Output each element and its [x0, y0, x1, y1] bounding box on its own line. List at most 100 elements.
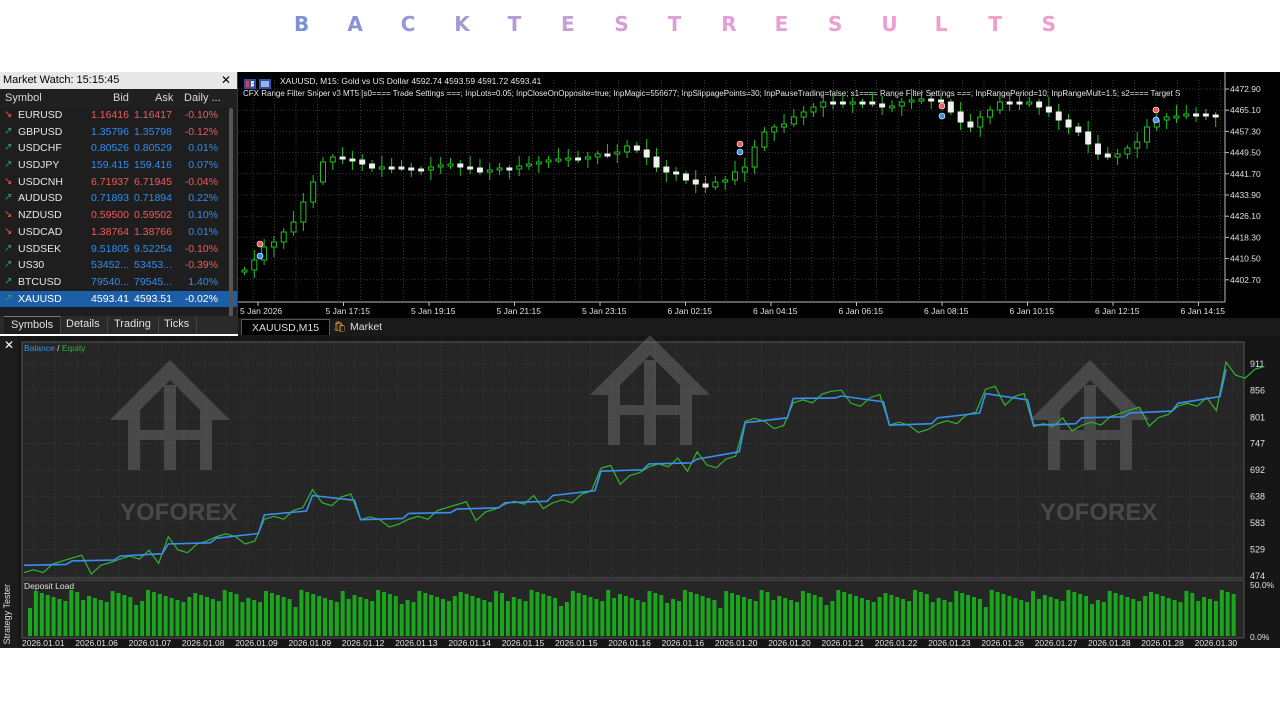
market-watch-row[interactable]: ↘ NZDUSD 0.59500 0.59502 0.10% [0, 207, 237, 224]
market-watch-row[interactable]: ↘ USDCNH 6.71937 6.71945 -0.04% [0, 174, 237, 191]
sell-marker-icon [736, 140, 744, 148]
candle-body [1094, 143, 1101, 155]
close-icon[interactable]: ✕ [4, 338, 14, 352]
candlestick-plot: 4472.90 4465.10 4457.30 4449.50 4441.70 4433.… [238, 72, 1261, 316]
deposit-bar [1084, 596, 1089, 636]
market-watch-row[interactable]: ↗ USDSEK 9.51805 9.52254 -0.10% [0, 241, 237, 258]
deposit-bar [494, 591, 499, 636]
time-axis-label: 5 Jan 2026 [240, 306, 282, 316]
deposit-bar [830, 601, 835, 636]
bid-price: 79540... [91, 275, 129, 288]
tab-symbols[interactable]: Symbols [4, 316, 62, 334]
deposit-bar [995, 592, 1000, 636]
candle-body [702, 183, 709, 188]
candle-body [987, 109, 994, 118]
market-watch-row[interactable]: ↗ US30 53452... 53453... -0.39% [0, 257, 237, 274]
market-watch-row[interactable]: ↗ USDCHF 0.80526 0.80529 0.01% [0, 140, 237, 157]
market-watch-row[interactable]: ↘ USDCAD 1.38764 1.38766 0.01% [0, 224, 237, 241]
deposit-bar [387, 594, 392, 636]
deposit-bar [1119, 595, 1124, 636]
candle-body [1036, 101, 1043, 108]
deposit-bar [877, 597, 882, 636]
deposit-bar [464, 594, 469, 636]
deposit-bar [1131, 599, 1136, 636]
market-watch-row[interactable]: ↗ GBPUSD 1.35796 1.35798 -0.12% [0, 124, 237, 141]
deposit-bar [1101, 602, 1106, 636]
deposit-bar [972, 597, 976, 636]
time-axis-label: 5 Jan 23:15 [582, 306, 627, 316]
candle-body [378, 166, 385, 170]
col-symbol[interactable]: Symbol [5, 92, 42, 104]
candle-body [525, 163, 532, 167]
candle-body [849, 101, 856, 105]
deposit-bar [128, 597, 133, 636]
deposit-bar [328, 600, 333, 636]
market-icon[interactable]: 🛍 [333, 319, 346, 335]
scrollbar[interactable] [229, 108, 233, 318]
market-watch-row[interactable]: ↗ BTCUSD 79540... 79545... 1.40% [0, 274, 237, 291]
deposit-bar [299, 590, 304, 636]
market-watch-row[interactable]: ↗ USDJPY 159.415 159.416 0.07% [0, 157, 237, 174]
arrow-up-right-icon: ↗ [4, 125, 13, 137]
candle-body [506, 167, 513, 171]
deposit-bar [364, 599, 369, 636]
deposit-bar [269, 593, 274, 636]
deposit-bar [883, 593, 888, 636]
deposit-bar [1154, 594, 1159, 636]
candle-body [938, 99, 945, 103]
deposit-bar [376, 590, 381, 636]
candle-body [1075, 126, 1082, 133]
deposit-bar [724, 591, 729, 636]
deposit-bar [28, 608, 32, 636]
deposit-bar [977, 599, 982, 636]
price-axis-label: 4441.70 [1230, 169, 1261, 179]
deposit-bar [812, 595, 817, 636]
deposit-bar [765, 592, 770, 636]
market-watch-row[interactable]: ↘ EURUSD 1.16416 1.16417 -0.10% [0, 107, 237, 124]
ask-price: 159.416 [134, 159, 172, 172]
deposit-bar [1178, 602, 1183, 636]
price-chart[interactable]: XAUUSD, M15: Gold vs US Dollar 4592.74 4… [238, 72, 1280, 320]
candle-body [565, 157, 572, 161]
close-icon[interactable]: ✕ [221, 72, 231, 89]
candle-body [555, 158, 562, 162]
sell-marker-icon [938, 102, 946, 110]
market-watch-row[interactable]: ↗ AUDUSD 0.71893 0.71894 0.22% [0, 190, 237, 207]
price-axis-label: 4449.50 [1230, 148, 1261, 158]
candle-body [653, 156, 660, 168]
tester-date-label: 2026.01.09 [289, 638, 332, 648]
deposit-bar [824, 605, 829, 636]
market-watch-title: Market Watch: 15:15:45 [3, 74, 120, 86]
deposit-bar [382, 592, 386, 636]
col-bid[interactable]: Bid [113, 92, 129, 104]
deposit-bar [836, 590, 841, 636]
tab-xauusd-m15[interactable]: XAUUSD,M15 [241, 319, 331, 335]
symbol-name: AUDUSD [18, 192, 63, 205]
ask-price: 9.52254 [134, 242, 172, 255]
title-letter: A [347, 12, 363, 36]
col-ask[interactable]: Ask [155, 92, 173, 104]
market-watch-row[interactable]: ↗ XAUUSD 4593.41 4593.51 -0.02% [0, 290, 237, 308]
deposit-bar [547, 596, 552, 636]
tab-trading[interactable]: Trading [107, 316, 159, 334]
deposit-bar [759, 590, 764, 636]
deposit-bar [1190, 593, 1195, 636]
candle-body [339, 156, 346, 160]
deposit-bar [181, 602, 186, 636]
price-axis-label: 4457.30 [1230, 126, 1261, 136]
tester-sidebar: ✕ Strategy Tester [0, 336, 18, 648]
ask-price: 4593.51 [134, 292, 172, 305]
deposit-bar [517, 599, 522, 636]
tab-ticks[interactable]: Ticks [157, 316, 198, 334]
candle-body [692, 179, 699, 185]
candle-body [516, 165, 523, 170]
tab-details[interactable]: Details [59, 316, 108, 334]
deposit-bar [783, 598, 788, 636]
tab-market[interactable]: Market [350, 319, 382, 335]
deposit-bar [452, 596, 457, 636]
watermark-text: YOFOREX [120, 499, 237, 526]
col-daily[interactable]: Daily ... [184, 92, 221, 104]
deposit-bar [924, 594, 929, 636]
bid-price: 1.38764 [91, 225, 129, 238]
deposit-bar [653, 593, 658, 636]
